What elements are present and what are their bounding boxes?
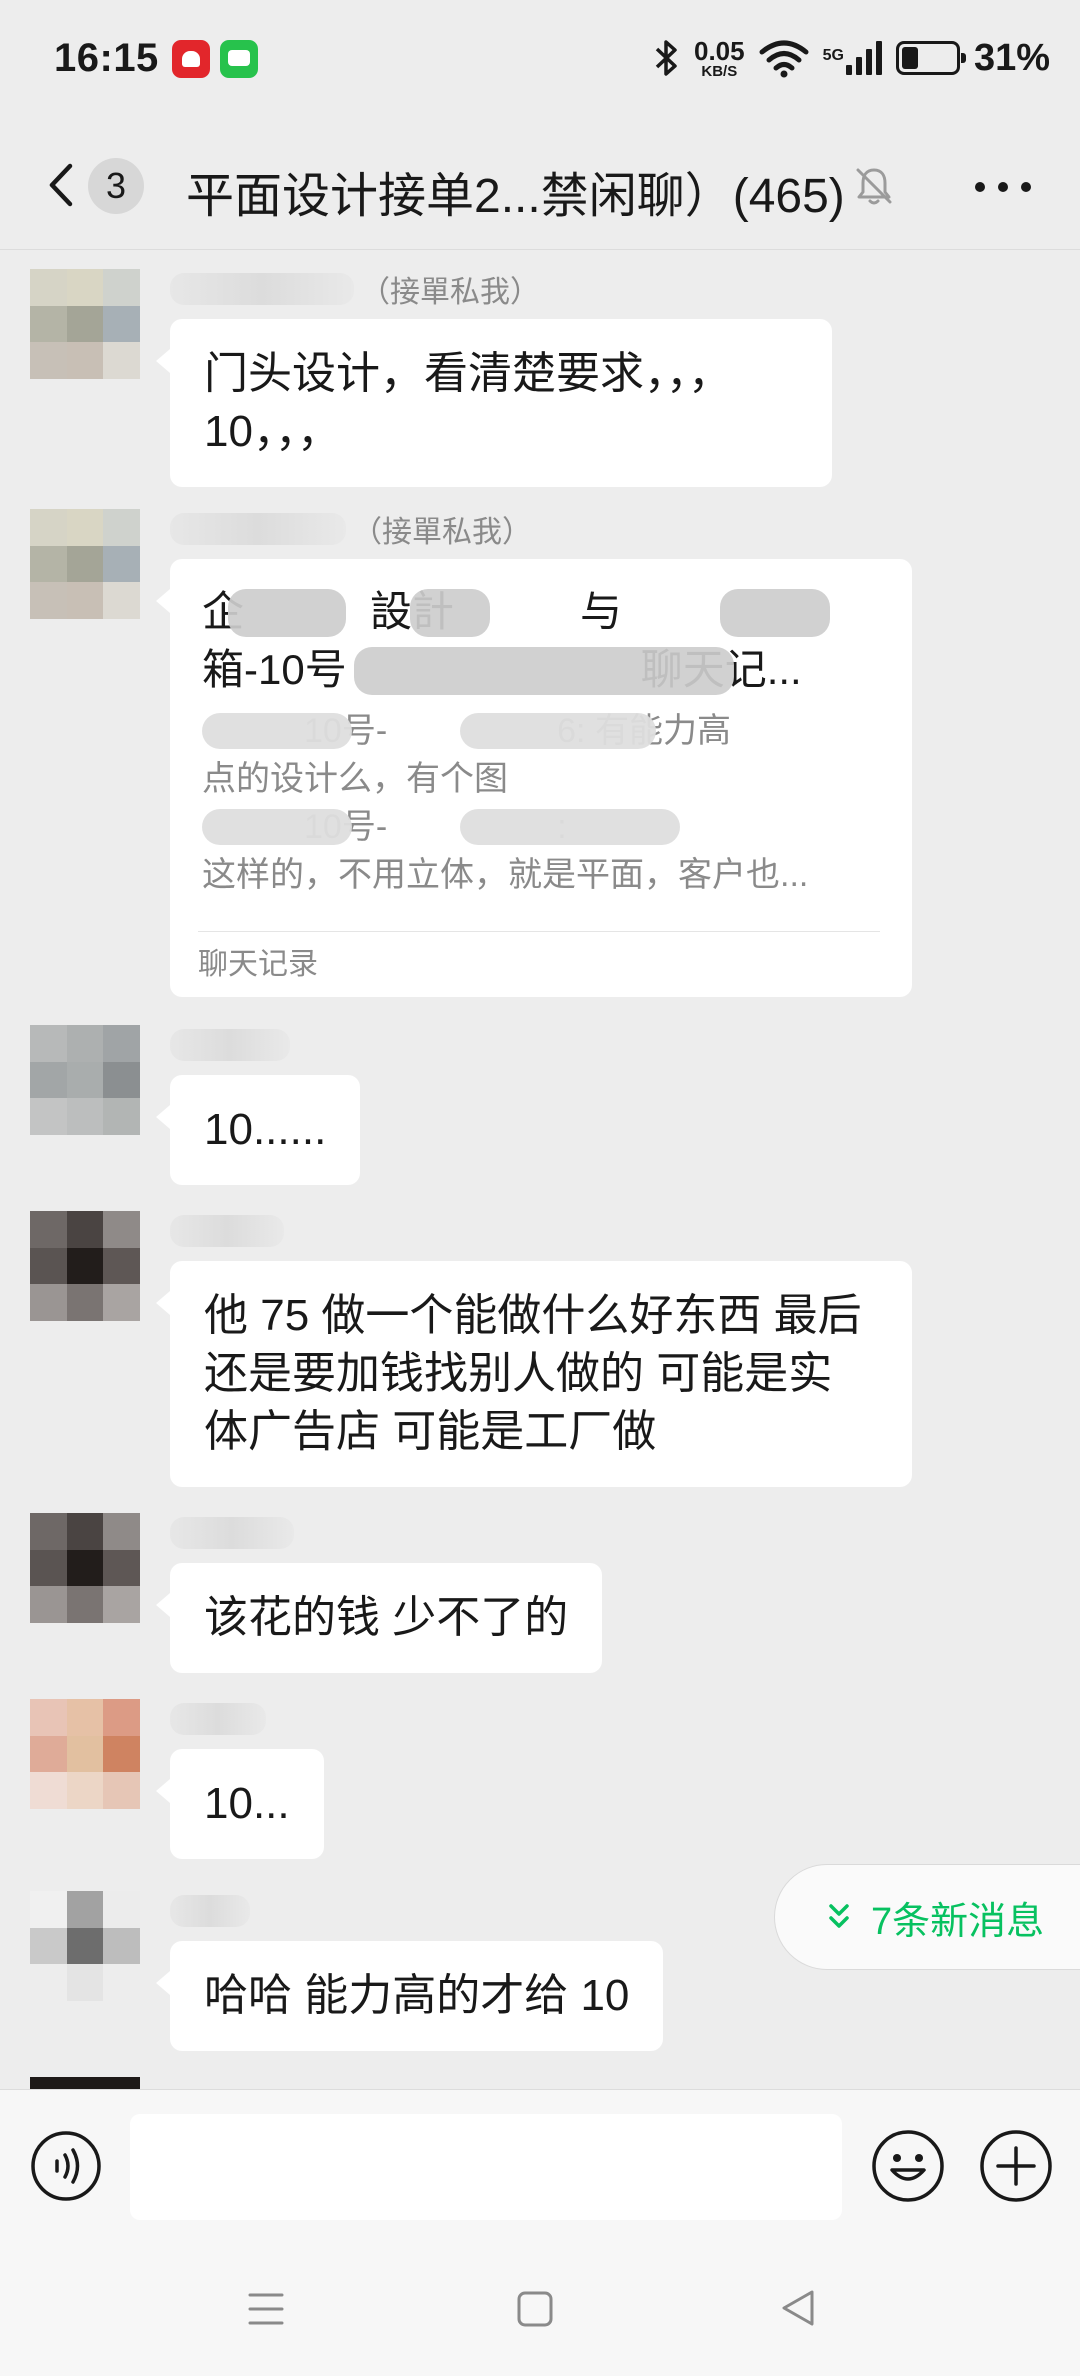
menu-icon[interactable] [246, 2289, 286, 2329]
sender-name: （接單私我） [170, 271, 540, 309]
unread-count-badge[interactable]: 3 [88, 158, 144, 214]
network-type: 5G [822, 47, 844, 64]
message-app-icon [220, 40, 258, 78]
message-text-line: 哈哈 能力高的才给 10 [204, 1971, 630, 2020]
avatar[interactable] [30, 1699, 140, 1809]
sender-name: （接單私我） [170, 511, 532, 549]
new-messages-label: 7条新消息 [871, 1900, 1045, 1943]
message-text-line: 10...... [204, 1105, 327, 1154]
blur-mask [720, 589, 830, 637]
status-bar: 16:15 0.05 KB/S 5G 31% [0, 0, 1080, 120]
chat-record-title: 企 設計 与 箱-10号 聊天记... [202, 583, 880, 699]
chat-record-preview-line: 这样的，不用立体，就是平面，客户也... [202, 856, 809, 894]
avatar[interactable] [30, 1025, 140, 1135]
blur-mask [202, 809, 352, 845]
message-input[interactable] [130, 2114, 842, 2220]
chat-record-preview-line: 点的设计么，有个图 [202, 760, 508, 798]
chat-record-card[interactable]: 企 設計 与 箱-10号 聊天记... 10号- 6: 有能力高 点的设计么，有… [156, 559, 912, 997]
blurred-name [170, 1029, 290, 1061]
signal-icon [845, 41, 882, 75]
net-speed: 0.05 KB/S [694, 38, 745, 79]
system-nav-bar [0, 2239, 1080, 2376]
blurred-name [170, 1895, 250, 1927]
sender-name [170, 1701, 272, 1737]
back-triangle-icon[interactable] [778, 2287, 818, 2329]
avatar[interactable] [30, 1211, 140, 1321]
home-icon[interactable] [516, 2289, 554, 2329]
status-icons: 0.05 KB/S 5G 31% [654, 32, 1050, 84]
blur-mask [354, 647, 734, 695]
mute-bell-icon [856, 168, 892, 205]
avatar[interactable] [30, 509, 140, 619]
sender-name [170, 1027, 296, 1063]
new-messages-button[interactable]: 7条新消息 [774, 1864, 1080, 1970]
sender-name [170, 1893, 256, 1929]
blur-mask [460, 713, 656, 749]
message-text-line: 体广告店 可能是工厂做 [204, 1407, 657, 1456]
blurred-name [170, 513, 346, 545]
battery-percent: 31% [973, 36, 1050, 79]
blurred-name [170, 1215, 284, 1247]
double-chevron-down-icon [829, 1904, 849, 1928]
message-list[interactable]: （接單私我） 门头设计，看清楚要求，，， 10，，， （接單私我） 企 設計 与… [0, 251, 1080, 2089]
status-time: 16:15 [54, 36, 159, 80]
avatar[interactable] [30, 2077, 140, 2089]
voice-input-icon[interactable] [30, 2130, 102, 2202]
message-text-line: 该花的钱 少不了的 [204, 1593, 569, 1642]
wifi-icon [759, 40, 809, 78]
chat-header: 3 平面设计接单2...禁闲聊）(465) [0, 120, 1080, 250]
chat-record-preview: 10号- 6: 有能力高 点的设计么，有个图 10号- : 这样的，不用立体，就… [202, 707, 880, 899]
message-text-line: 10，，， [204, 407, 341, 456]
more-dots-icon[interactable] [975, 182, 1031, 192]
message-bubble[interactable]: 他 75 做一个能做什么好东西 最后 还是要加钱找别人做的 可能是实 体广告店 … [156, 1261, 912, 1487]
plus-icon[interactable] [978, 2128, 1054, 2204]
chat-record-footer: 聊天记录 [198, 931, 880, 997]
message-bubble[interactable]: 哈哈 能力高的才给 10 [155, 1941, 664, 2051]
notification-app-icon [172, 40, 210, 78]
avatar[interactable] [30, 269, 140, 379]
signal-group: 5G [823, 41, 882, 75]
message-bubble[interactable]: 门头设计，看清楚要求，，， 10，，， [156, 319, 832, 487]
net-speed-value: 0.05 [693, 35, 745, 66]
message-text-line: 他 75 做一个能做什么好东西 最后 [204, 1291, 862, 1340]
sender-tag: （接單私我） [360, 276, 540, 309]
blurred-name [170, 273, 354, 305]
input-bar [0, 2089, 1080, 2239]
avatar[interactable] [30, 1891, 140, 2001]
message-bubble[interactable]: 该花的钱 少不了的 [155, 1563, 603, 1673]
net-speed-unit: KB/S [701, 62, 738, 80]
bluetooth-icon [655, 40, 677, 76]
sender-tag: （接單私我） [352, 516, 532, 549]
blurred-name [170, 1517, 294, 1549]
blur-mask [460, 809, 680, 845]
avatar[interactable] [30, 1513, 140, 1623]
blur-mask [202, 713, 352, 749]
blur-mask [410, 589, 490, 637]
message-bubble[interactable]: 10...... [155, 1075, 361, 1185]
message-text-line: 10... [204, 1779, 290, 1828]
blur-mask [228, 589, 346, 637]
sender-name [170, 1213, 290, 1249]
message-bubble[interactable]: 10... [156, 1749, 324, 1859]
message-text-line: 还是要加钱找别人做的 可能是实 [204, 1349, 833, 1398]
message-text-line: 门头设计，看清楚要求，，， [204, 349, 732, 398]
emoji-icon[interactable] [870, 2128, 946, 2204]
chat-title[interactable]: 平面设计接单2...禁闲聊）(465) [186, 156, 845, 226]
battery-icon [895, 41, 966, 75]
blurred-name [170, 1703, 266, 1735]
sender-name [170, 1515, 300, 1551]
back-chevron-icon[interactable] [40, 160, 90, 210]
